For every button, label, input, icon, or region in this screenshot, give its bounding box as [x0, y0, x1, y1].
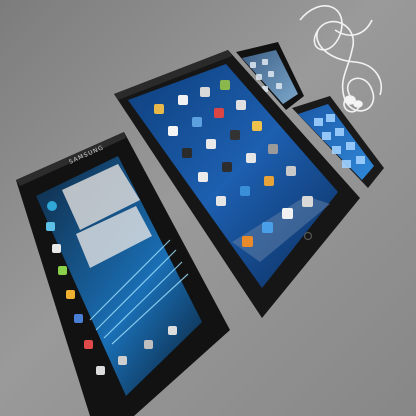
photo-scene: SAMSUNG	[0, 0, 416, 416]
scene-svg: SAMSUNG	[0, 0, 416, 416]
